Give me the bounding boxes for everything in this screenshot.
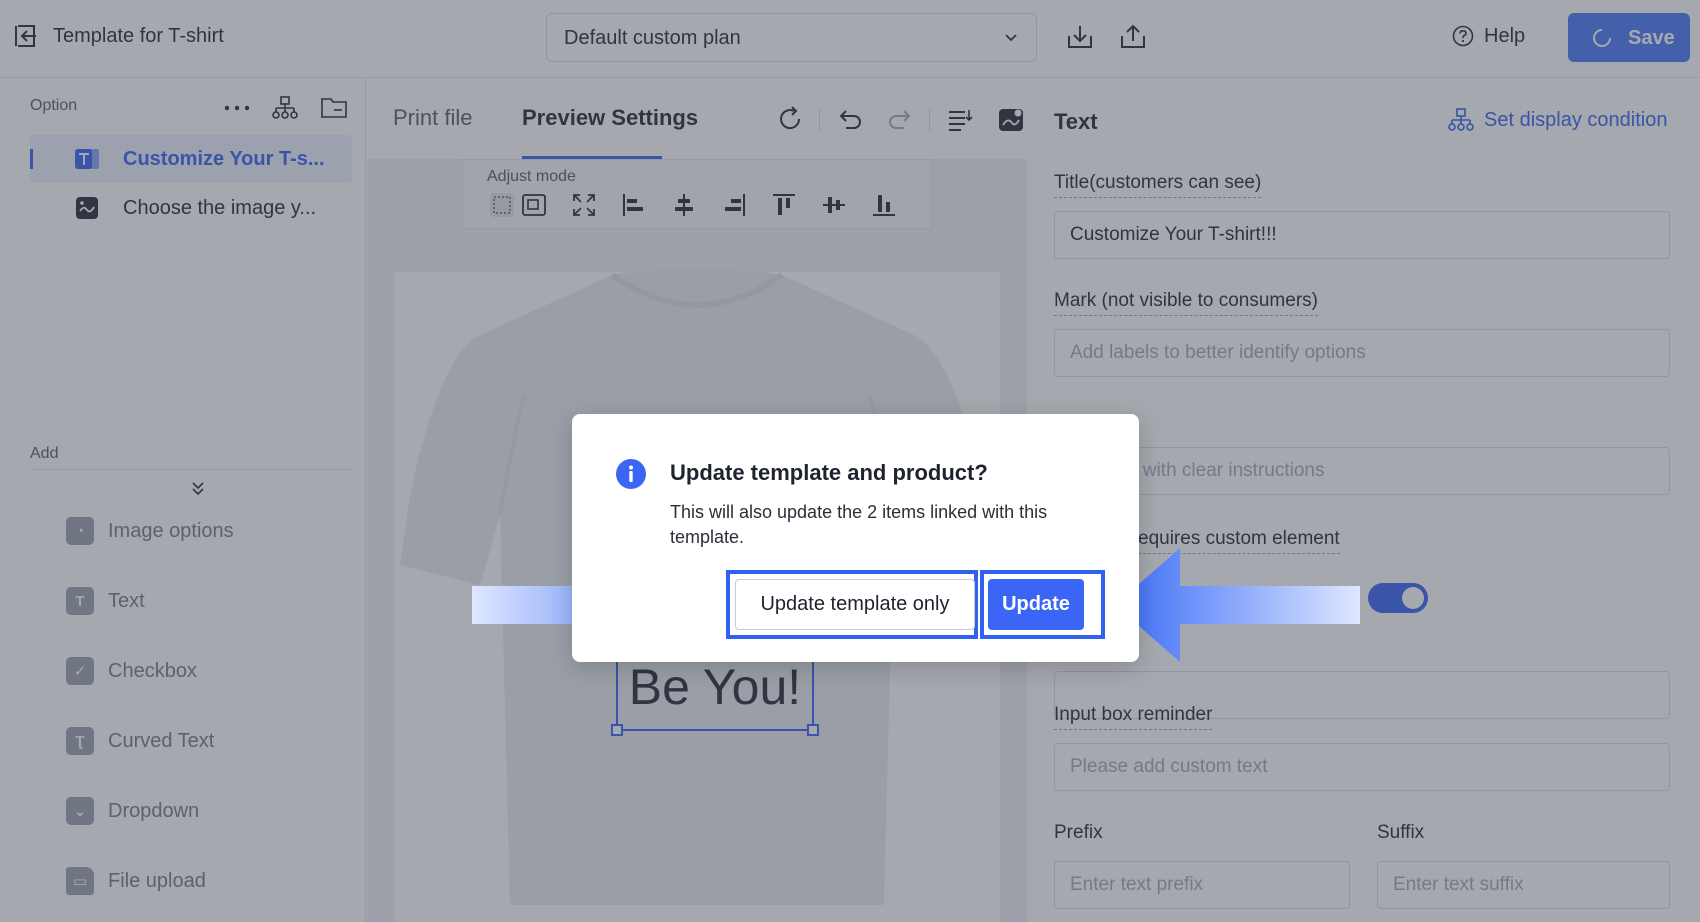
arrow-left-pointer [1115, 548, 1360, 662]
update-button[interactable]: Update [988, 579, 1084, 630]
dialog-title: Update template and product? [670, 460, 988, 485]
dialog-message: This will also update the 2 items linked… [670, 502, 1048, 547]
update-template-only-button[interactable]: Update template only [735, 579, 975, 630]
info-icon [616, 459, 646, 489]
